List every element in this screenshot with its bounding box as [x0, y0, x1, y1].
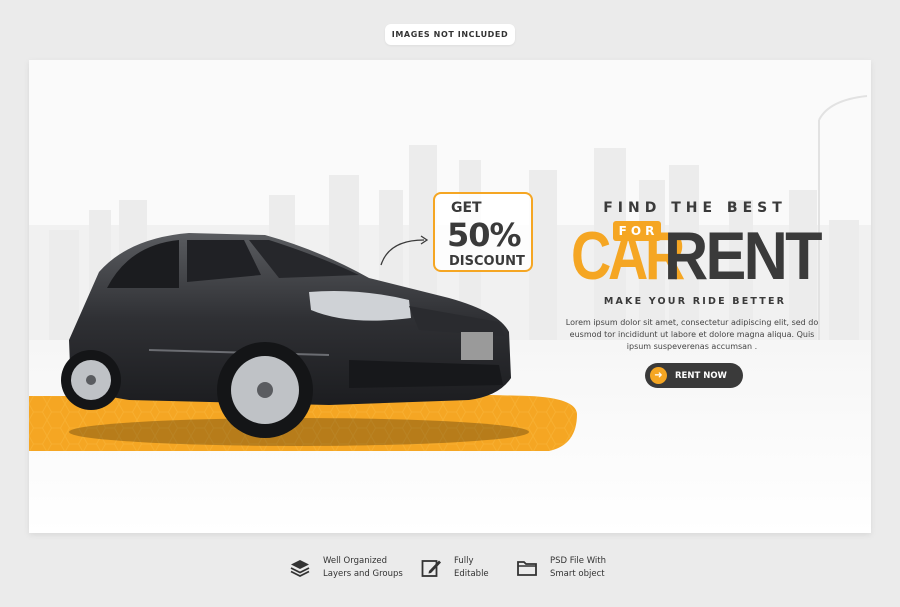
- headline-rent: RENT: [664, 218, 823, 294]
- headline-find-the-best: FIND THE BEST: [603, 200, 787, 216]
- folder-icon: [517, 561, 537, 576]
- rent-now-label: RENT NOW: [675, 370, 727, 381]
- feature-psd-line2: Smart object: [550, 569, 605, 579]
- layers-icon: [290, 560, 310, 578]
- discount-label: DISCOUNT: [449, 254, 525, 269]
- rent-now-button[interactable]: ➜ RENT NOW: [645, 363, 743, 388]
- feature-psd: PSD File With Smart object: [516, 555, 606, 581]
- car-rent-banner: GET 50% DISCOUNT FIND THE BEST CAR FOR R…: [29, 60, 871, 533]
- feature-layers-line2: Layers and Groups: [323, 569, 403, 579]
- feature-editable-line2: Editable: [454, 569, 489, 579]
- feature-editable-line1: Fully: [454, 556, 474, 566]
- headline-for-badge: FOR: [613, 221, 661, 241]
- discount-get-text: GET: [451, 200, 482, 216]
- feature-layers-line1: Well Organized: [323, 556, 388, 566]
- arrow-right-icon: ➜: [650, 367, 667, 384]
- discount-badge: GET 50% DISCOUNT: [433, 192, 533, 272]
- feature-editable: Fully Editable: [420, 555, 489, 581]
- feature-layers: Well Organized Layers and Groups: [289, 555, 403, 581]
- feature-list: Well Organized Layers and Groups Fully E…: [0, 555, 900, 595]
- body-text: Lorem ipsum dolor sit amet, consectetur …: [565, 318, 819, 351]
- tagline: MAKE YOUR RIDE BETTER: [603, 296, 787, 307]
- feature-psd-line1: PSD File With: [550, 556, 606, 566]
- discount-percent: 50%: [447, 216, 522, 254]
- images-not-included-label: IMAGES NOT INCLUDED: [385, 24, 515, 45]
- edit-icon: [421, 560, 441, 577]
